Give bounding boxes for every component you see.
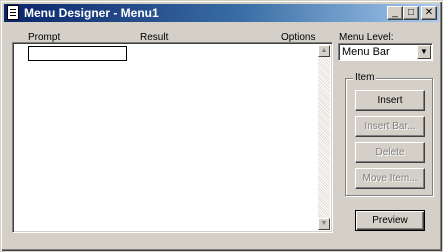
insert-button[interactable]: Insert [355, 90, 425, 111]
window-title: Menu Designer - Menu1 [24, 6, 159, 20]
move-item-button[interactable]: Move Item... [355, 168, 425, 189]
insert-bar-button[interactable]: Insert Bar... [355, 116, 425, 137]
scroll-down-arrow-icon[interactable]: ▼ [318, 218, 330, 230]
item-group-label: Item [353, 72, 377, 84]
prompt-edit-cell[interactable] [28, 46, 127, 61]
preview-button[interactable]: Preview [355, 210, 425, 231]
minimize-button[interactable]: _ [387, 6, 403, 20]
menu-level-value: Menu Bar [342, 46, 390, 58]
menu-items-list[interactable]: ▲ ▼ [12, 42, 333, 233]
title-bar[interactable]: Menu Designer - Menu1 _ □ ✕ [4, 4, 439, 22]
delete-button[interactable]: Delete [355, 142, 425, 163]
close-button[interactable]: ✕ [421, 6, 437, 20]
menu-designer-window: Menu Designer - Menu1 _ □ ✕ Prompt Resul… [0, 0, 443, 252]
menu-designer-icon [7, 5, 19, 20]
dropdown-arrow-icon[interactable]: ▼ [417, 45, 431, 59]
vertical-scrollbar[interactable]: ▲ ▼ [318, 45, 330, 230]
scroll-up-arrow-icon[interactable]: ▲ [318, 45, 330, 57]
menu-level-select[interactable]: Menu Bar ▼ [338, 43, 433, 61]
maximize-button[interactable]: □ [403, 6, 419, 20]
